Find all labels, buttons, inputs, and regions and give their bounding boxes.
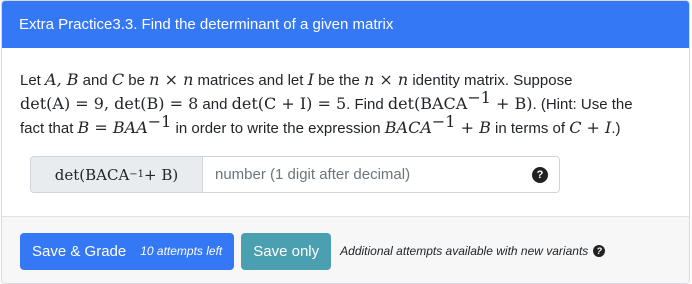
math-expression: × xyxy=(374,70,398,89)
math-expression: n xyxy=(397,70,409,89)
save-grade-label: Save & Grade xyxy=(32,242,127,260)
math-expression: n xyxy=(149,70,160,89)
problem-text: and xyxy=(198,96,232,113)
question-header: Extra Practice3.3. Find the determinant … xyxy=(2,1,689,48)
math-expression: BACA xyxy=(384,118,432,137)
question-card: Extra Practice3.3. Find the determinant … xyxy=(1,0,690,284)
math-expression: det(C + I) = 5 xyxy=(231,94,347,113)
math-expression: + B xyxy=(455,118,491,137)
question-mark-icon[interactable]: ? xyxy=(593,245,606,257)
math-expression: C + I xyxy=(569,118,612,137)
problem-text: . (Hint: Use the xyxy=(532,96,633,113)
math-expression: det(A) = 9, det(B) = 8 xyxy=(20,94,199,113)
question-mark-icon[interactable]: ? xyxy=(532,166,548,183)
question-body: Let A, B and C be n × n matrices and let… xyxy=(2,48,689,216)
problem-text: in terms of xyxy=(490,120,570,137)
question-title: Extra Practice3.3. Find the determinant … xyxy=(19,16,394,33)
problem-text: in order to write the expression xyxy=(171,120,385,137)
math-expression: + B) xyxy=(490,94,533,113)
math-superscript: −1 xyxy=(467,88,491,107)
answer-input[interactable] xyxy=(203,157,521,192)
answer-label-end: + B) xyxy=(144,165,179,184)
math-expression: B = BAA xyxy=(77,118,148,137)
math-superscript: −1 xyxy=(147,112,172,131)
answer-help-button[interactable]: ? xyxy=(521,157,559,192)
problem-text: matrices and let xyxy=(193,72,308,89)
problem-text: be the xyxy=(313,72,364,89)
math-expression: n xyxy=(183,70,194,89)
math-expression: A, B xyxy=(45,70,79,89)
save-only-button[interactable]: Save only xyxy=(241,232,332,270)
save-grade-button[interactable]: Save & Grade 10 attempts left xyxy=(20,232,235,270)
problem-text: .) xyxy=(611,120,621,137)
problem-text: Let xyxy=(20,72,46,89)
attempts-note: Additional attempts available with new v… xyxy=(340,244,606,258)
math-expression: n xyxy=(363,70,375,89)
answer-label: det(BACA −1 + B) xyxy=(31,157,203,192)
answer-label-main: det(BACA xyxy=(54,165,130,184)
problem-text: be xyxy=(124,72,150,89)
math-expression: det(BACA xyxy=(387,94,468,113)
attempts-left-label: 10 attempts left xyxy=(140,244,223,258)
problem-statement: Let A, B and C be n × n matrices and let… xyxy=(20,68,671,140)
math-expression: C xyxy=(111,70,125,89)
attempts-note-text: Additional attempts available with new v… xyxy=(340,244,589,258)
math-expression: × xyxy=(159,70,184,89)
answer-input-group: det(BACA−1 + B) ? xyxy=(30,156,560,193)
save-only-label: Save only xyxy=(253,242,320,260)
problem-text: . Find xyxy=(346,96,388,113)
math-superscript: −1 xyxy=(431,112,456,131)
question-footer: Save & Grade 10 attempts left Save only … xyxy=(2,216,689,283)
problem-text: and xyxy=(78,72,112,89)
problem-text: fact that xyxy=(20,120,78,137)
problem-text: identity matrix. Suppose xyxy=(408,72,573,89)
